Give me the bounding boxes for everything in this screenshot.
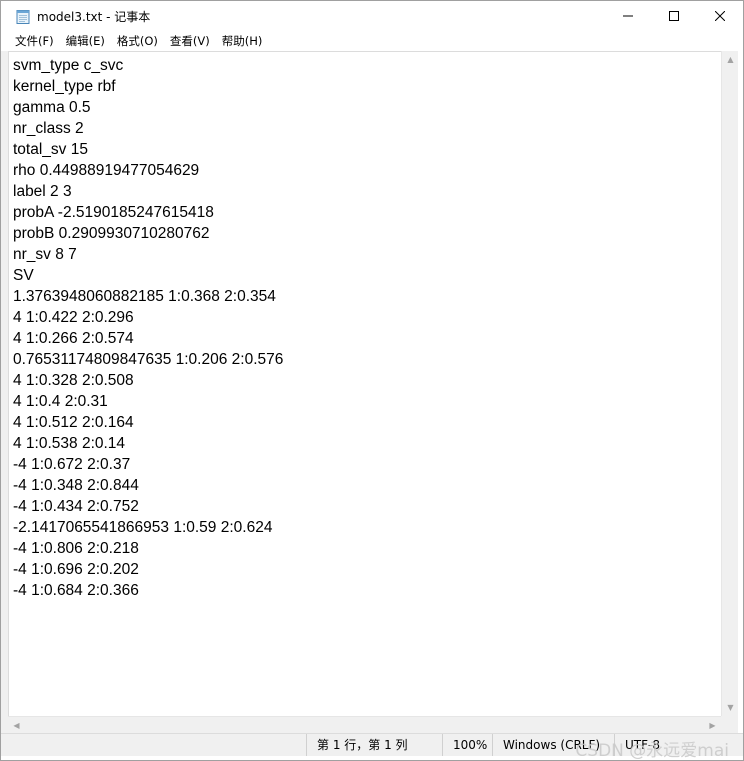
text-line: gamma 0.5 [13,99,91,116]
text-line: -2.1417065541866953 1:0.59 2:0.624 [13,519,273,536]
menu-format[interactable]: 格式(O) [111,31,164,51]
menu-bar: 文件(F) 编辑(E) 格式(O) 查看(V) 帮助(H) [1,31,743,51]
status-bar: 第 1 行，第 1 列 100% Windows (CRLF) UTF-8 [1,733,743,756]
menu-view[interactable]: 查看(V) [164,31,216,51]
title-bar[interactable]: model3.txt - 记事本 [1,1,743,31]
text-line: 1.3763948060882185 1:0.368 2:0.354 [13,288,276,305]
maximize-icon [669,11,679,21]
text-line: nr_class 2 [13,120,84,137]
text-line: 4 1:0.422 2:0.296 [13,309,134,326]
document-text[interactable]: svm_type c_svc kernel_type rbf gamma 0.5 nr… [9,52,721,601]
menu-file[interactable]: 文件(F) [9,31,60,51]
text-line: 4 1:0.512 2:0.164 [13,414,134,431]
horizontal-scrollbar[interactable]: ◀ ▶ [8,716,721,733]
text-line: kernel_type rbf [13,78,116,95]
encoding: UTF-8 [614,734,743,756]
notepad-window: model3.txt - 记事本 文件(F) 编辑(E) 格式(O) 查看(V)… [0,0,744,761]
notepad-icon [15,8,31,24]
text-line: SV [13,267,34,284]
text-line: 4 1:0.4 2:0.31 [13,393,108,410]
minimize-button[interactable] [605,1,651,31]
maximize-button[interactable] [651,1,697,31]
line-ending: Windows (CRLF) [492,734,614,756]
text-line: -4 1:0.806 2:0.218 [13,540,139,557]
text-line: 4 1:0.266 2:0.574 [13,330,134,347]
text-line: probA -2.5190185247615418 [13,204,214,221]
text-line: nr_sv 8 7 [13,246,77,263]
scroll-right-arrow-icon[interactable]: ▶ [704,717,721,734]
cursor-position: 第 1 行，第 1 列 [306,734,442,756]
text-line: -4 1:0.434 2:0.752 [13,498,139,515]
minimize-icon [623,15,633,17]
scroll-left-arrow-icon[interactable]: ◀ [8,717,25,734]
text-line: svm_type c_svc [13,57,124,74]
text-line: -4 1:0.696 2:0.202 [13,561,139,578]
text-line: 4 1:0.538 2:0.14 [13,435,126,452]
close-icon [715,11,725,21]
text-line: 4 1:0.328 2:0.508 [13,372,134,389]
text-line: -4 1:0.672 2:0.37 [13,456,131,473]
scroll-up-arrow-icon[interactable]: ▲ [722,51,739,68]
text-line: -4 1:0.348 2:0.844 [13,477,139,494]
text-line: -4 1:0.684 2:0.366 [13,582,139,599]
vertical-scrollbar[interactable]: ▲ ▼ [721,51,738,716]
text-line: label 2 3 [13,183,72,200]
text-line: 0.76531174809847635 1:0.206 2:0.576 [13,351,284,368]
menu-edit[interactable]: 编辑(E) [60,31,111,51]
close-button[interactable] [697,1,743,31]
text-line: rho 0.44988919477054629 [13,162,200,179]
text-line: total_sv 15 [13,141,88,158]
scrollbar-corner [721,716,738,733]
window-frame-left [1,51,8,733]
scroll-down-arrow-icon[interactable]: ▼ [722,699,739,716]
menu-help[interactable]: 帮助(H) [216,31,269,51]
text-line: probB 0.2909930710280762 [13,225,210,242]
text-editor[interactable]: svm_type c_svc kernel_type rbf gamma 0.5 nr… [8,51,721,716]
zoom-level: 100% [442,734,492,756]
window-controls [605,1,743,31]
window-title: model3.txt - 记事本 [37,9,151,24]
